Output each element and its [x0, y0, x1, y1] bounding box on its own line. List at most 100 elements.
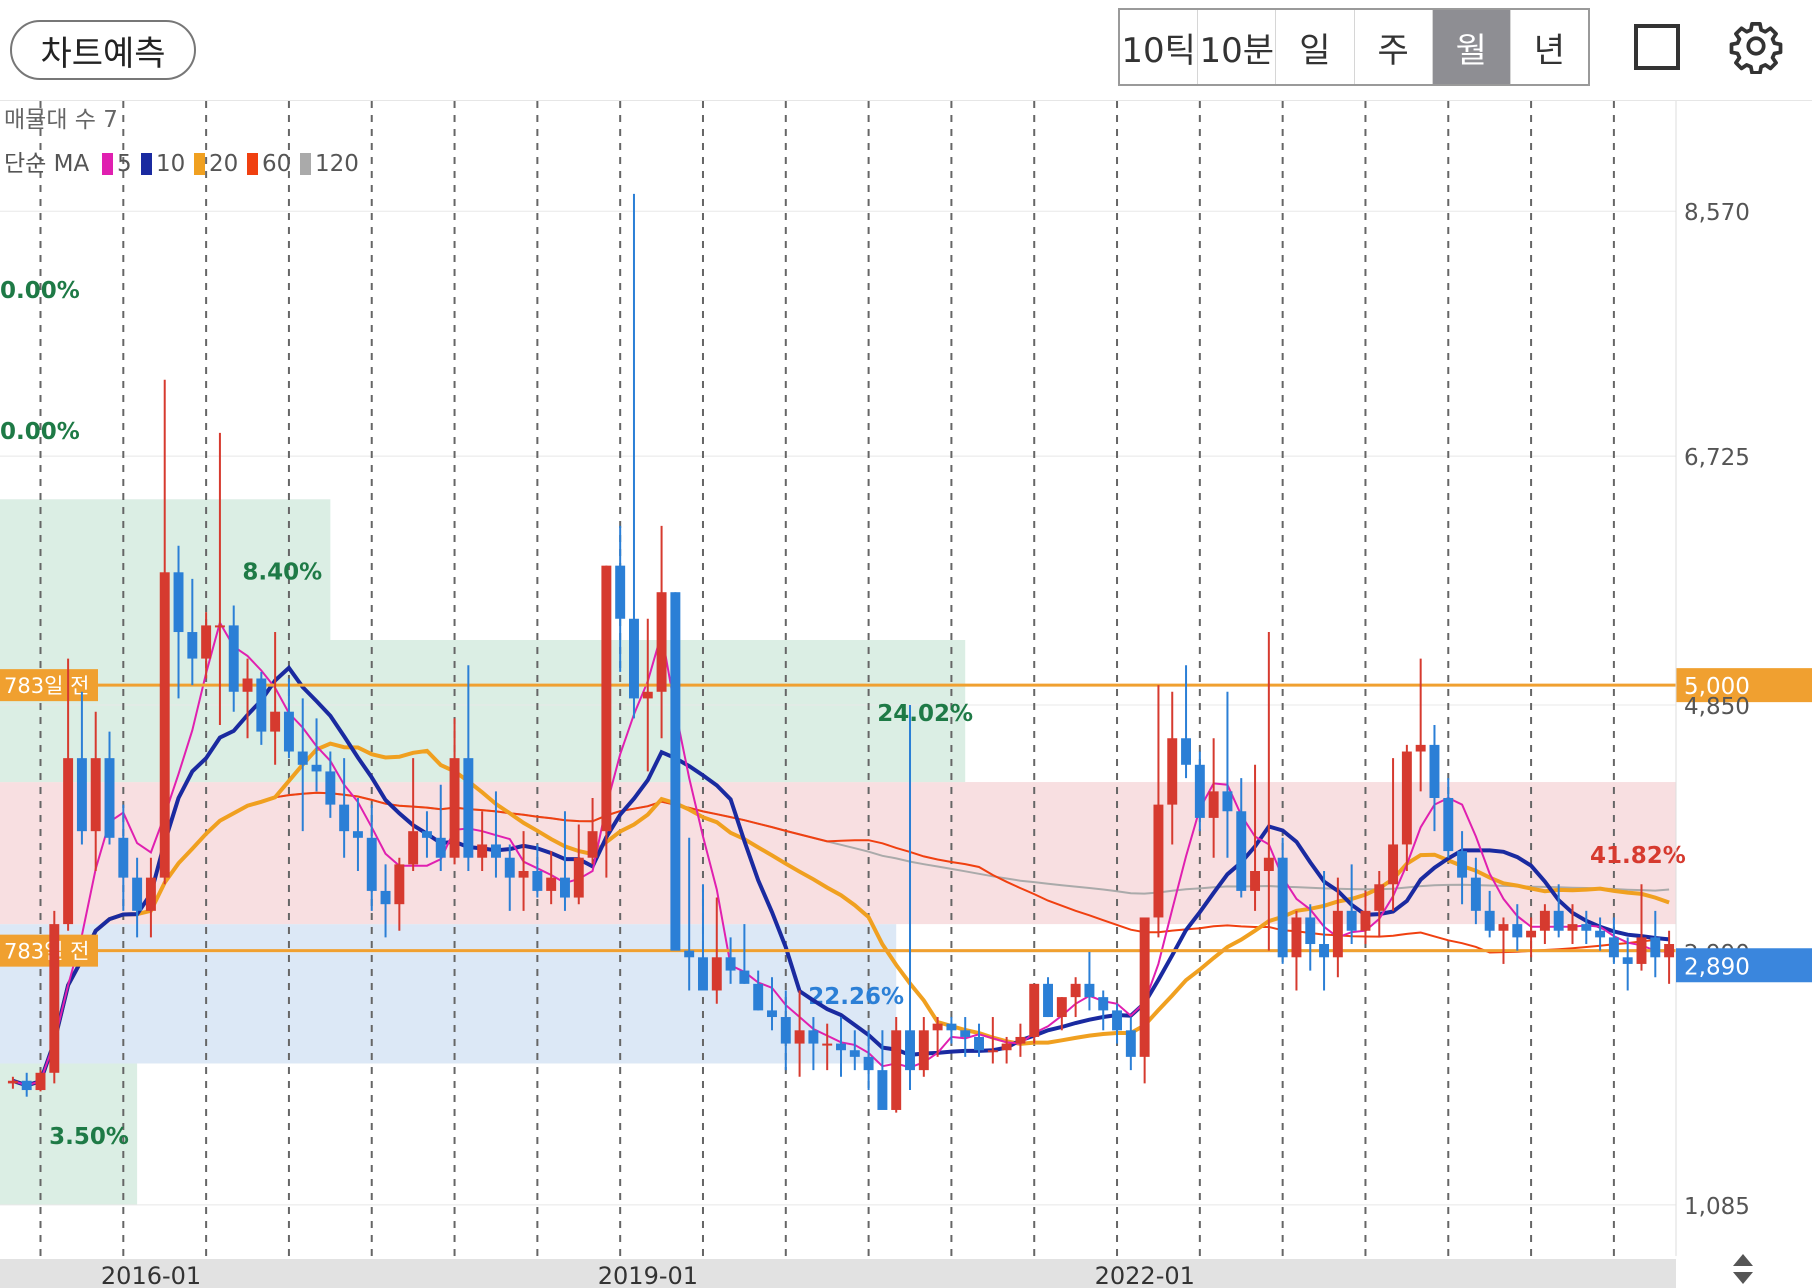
candle-body — [1291, 917, 1302, 958]
period-tab-10tick[interactable]: 10틱 — [1120, 10, 1199, 84]
gear-icon[interactable] — [1728, 18, 1784, 74]
candle-body — [1429, 744, 1440, 798]
candle-body — [104, 758, 115, 838]
candle-body — [974, 1036, 984, 1051]
ma-legend-prefix: 단순 MA — [4, 151, 89, 177]
candle-body — [1015, 1036, 1026, 1044]
ma-legend-swatch-10 — [141, 153, 152, 175]
candle-body — [1070, 983, 1081, 998]
candle-body — [559, 877, 570, 898]
volume-zone-pct-6: 0.00% — [0, 278, 80, 304]
candle-body — [90, 758, 101, 832]
x-tick-label-0: 2016-01 — [101, 1262, 201, 1288]
candle-body — [891, 1030, 902, 1110]
candle-body — [1139, 917, 1150, 1057]
candle-body — [1250, 871, 1261, 891]
candle-body — [725, 957, 736, 971]
ref-line-label-0: 783일 전 — [4, 674, 89, 698]
candle-body — [794, 1030, 805, 1044]
candle-body — [1401, 751, 1412, 845]
candle-body — [642, 691, 653, 699]
candle-body — [780, 1017, 791, 1044]
candle-body — [863, 1056, 874, 1071]
candle-body — [1650, 937, 1661, 958]
volume-zone-pct-5: 0.00% — [0, 419, 80, 445]
candle-body — [49, 924, 60, 1073]
candle-body — [339, 804, 350, 832]
candle-body — [1457, 851, 1468, 878]
current-price-label: 2,890 — [1684, 954, 1750, 980]
candle-body — [753, 983, 764, 1011]
candle-body — [1153, 804, 1164, 918]
candle-body — [849, 1050, 860, 1057]
candle-body — [946, 1023, 957, 1031]
y-tick-label-2: 4,850 — [1684, 694, 1750, 720]
candle-body — [380, 890, 391, 905]
candle-body — [698, 957, 708, 991]
candle-body — [477, 844, 488, 858]
candle-body — [242, 678, 253, 692]
candle-body — [1112, 1010, 1123, 1031]
candle-body — [1512, 924, 1523, 938]
candle-body — [63, 758, 74, 925]
price-chart[interactable]: 3.50%22.26%41.82%24.02%8.40%0.00%0.00%78… — [0, 101, 1812, 1288]
y-tick-label-4: 1,085 — [1684, 1194, 1750, 1220]
candle-body — [1415, 744, 1426, 752]
candle-body — [297, 751, 308, 765]
candle-body — [518, 871, 529, 878]
candle-body — [173, 572, 184, 633]
candle-body — [283, 711, 294, 752]
ma-legend-swatch-5 — [102, 153, 113, 175]
ma-legend-label-120: 120 — [315, 151, 359, 177]
y-tick-label-0: 8,570 — [1684, 200, 1750, 226]
candle-body — [1388, 844, 1399, 885]
candle-body — [822, 1043, 833, 1046]
candle-body — [490, 844, 501, 858]
candle-body — [21, 1080, 32, 1091]
candle-body — [684, 950, 695, 958]
candle-body — [601, 565, 612, 832]
square-icon[interactable] — [1634, 24, 1680, 70]
candle-body — [214, 625, 225, 628]
candle-body — [118, 837, 129, 878]
chart-predict-button[interactable]: 차트예측 — [10, 20, 196, 80]
volume-zone-pct-4: 8.40% — [242, 560, 322, 586]
period-tab-year[interactable]: 년 — [1511, 10, 1588, 84]
period-tab-week[interactable]: 주 — [1355, 10, 1433, 84]
candle-body — [918, 1030, 929, 1071]
candle-body — [656, 592, 667, 692]
top-toolbar: 차트예측 10틱 10분 일 주 월 년 — [0, 0, 1812, 101]
candle-body — [615, 565, 626, 619]
candle-body — [1319, 944, 1330, 958]
candle-body — [1043, 983, 1053, 1018]
volume-zone-pct-0: 3.50% — [49, 1124, 129, 1150]
candle-body — [1056, 997, 1067, 1018]
period-tab-day[interactable]: 일 — [1276, 10, 1355, 84]
candle-body — [1332, 910, 1343, 958]
ma-legend-swatch-60 — [247, 153, 258, 175]
ref-line-label-1: 783일 전 — [4, 940, 89, 964]
candle-body — [1484, 910, 1495, 931]
candle-body — [670, 592, 681, 951]
candle-body — [1084, 983, 1095, 998]
candle-body — [1636, 937, 1647, 964]
candle-body — [187, 632, 198, 659]
candle-body — [1622, 957, 1633, 964]
ma-legend-label-60: 60 — [262, 151, 291, 177]
candle-body — [1470, 877, 1481, 911]
period-tab-month[interactable]: 월 — [1432, 10, 1511, 84]
x-axis-strip — [0, 1259, 1676, 1288]
candle-body — [987, 1050, 998, 1053]
candle-body — [960, 1030, 971, 1037]
candle-body — [1305, 917, 1316, 945]
candle-body — [1194, 764, 1205, 818]
candle-body — [1125, 1030, 1136, 1057]
ma-legend-label-20: 20 — [209, 151, 238, 177]
period-tab-10min[interactable]: 10분 — [1198, 10, 1277, 84]
y-tick-label-1: 6,725 — [1684, 445, 1750, 471]
scroll-arrows-icon[interactable] — [1730, 1252, 1756, 1286]
candle-body — [1263, 857, 1274, 871]
candle-body — [504, 857, 515, 878]
candle-body — [808, 1030, 819, 1044]
candle-body — [767, 1010, 777, 1018]
